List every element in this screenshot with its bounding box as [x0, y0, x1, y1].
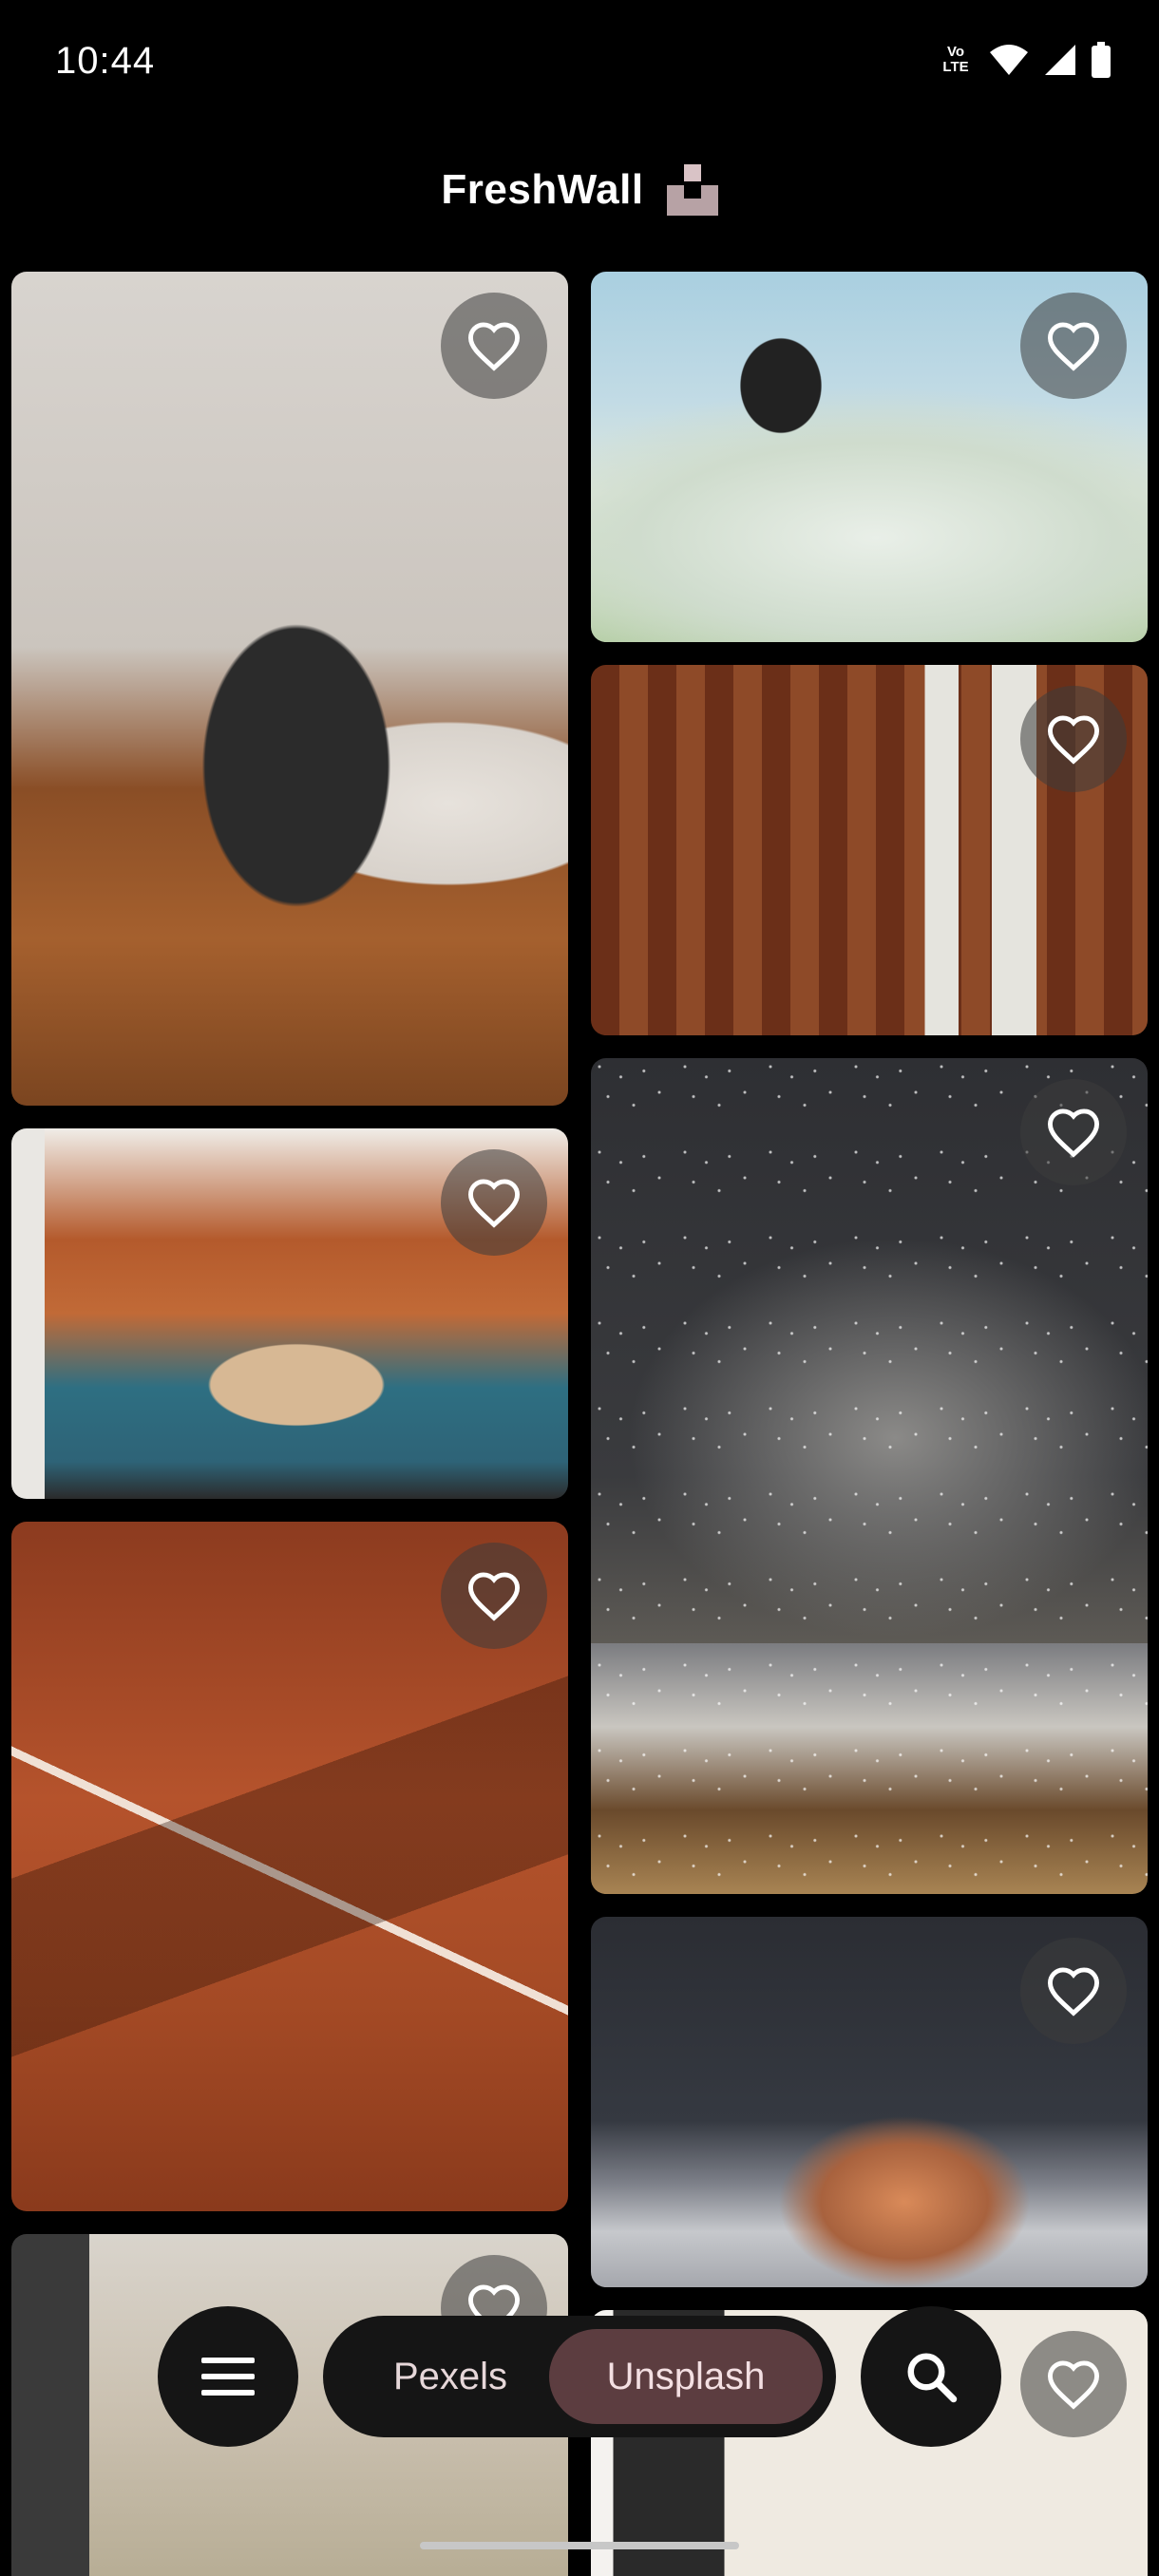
- wallpaper-card[interactable]: [591, 272, 1148, 642]
- search-button[interactable]: [861, 2306, 1001, 2447]
- favorite-button[interactable]: [1020, 2331, 1127, 2437]
- favorite-button[interactable]: [1020, 686, 1127, 792]
- freshwall-logo-icon: [666, 164, 718, 216]
- app-header: FreshWall: [0, 152, 1159, 228]
- volte-icon: Vo LTE: [942, 44, 969, 75]
- favorite-button[interactable]: [1020, 1079, 1127, 1185]
- tab-pexels[interactable]: Pexels: [336, 2329, 564, 2424]
- source-switcher: Pexels Unsplash: [323, 2316, 836, 2437]
- heart-icon: [467, 1179, 521, 1228]
- wifi-icon: [990, 45, 1028, 75]
- favorite-button[interactable]: [441, 1149, 547, 1256]
- tab-unsplash[interactable]: Unsplash: [549, 2329, 823, 2424]
- battery-icon: [1092, 42, 1111, 78]
- wallpaper-card[interactable]: [11, 1128, 568, 1499]
- heart-icon: [1047, 1967, 1100, 2017]
- status-icons: Vo LTE: [937, 42, 1112, 78]
- app-title: FreshWall: [441, 166, 644, 213]
- heart-icon: [1047, 2360, 1100, 2410]
- wallpaper-card[interactable]: [11, 272, 568, 1106]
- heart-icon: [467, 322, 521, 371]
- heart-icon: [467, 1572, 521, 1621]
- favorite-button[interactable]: [1020, 1938, 1127, 2044]
- favorite-button[interactable]: [1020, 293, 1127, 399]
- wallpaper-card[interactable]: [591, 1058, 1148, 1894]
- signal-icon: [1045, 45, 1075, 75]
- wallpaper-card[interactable]: [11, 1522, 568, 2211]
- heart-icon: [1047, 715, 1100, 765]
- wallpaper-card[interactable]: [591, 1917, 1148, 2287]
- heart-icon: [1047, 1108, 1100, 1158]
- menu-button[interactable]: [158, 2306, 298, 2447]
- search-icon: [907, 2353, 958, 2403]
- favorite-button[interactable]: [441, 293, 547, 399]
- home-indicator[interactable]: [420, 2542, 739, 2549]
- menu-icon: [201, 2358, 255, 2396]
- status-time: 10:44: [55, 40, 156, 82]
- status-bar: 10:44 Vo LTE: [0, 0, 1159, 128]
- favorite-button[interactable]: [441, 1543, 547, 1649]
- heart-icon: [1047, 322, 1100, 371]
- wallpaper-card[interactable]: [591, 665, 1148, 1035]
